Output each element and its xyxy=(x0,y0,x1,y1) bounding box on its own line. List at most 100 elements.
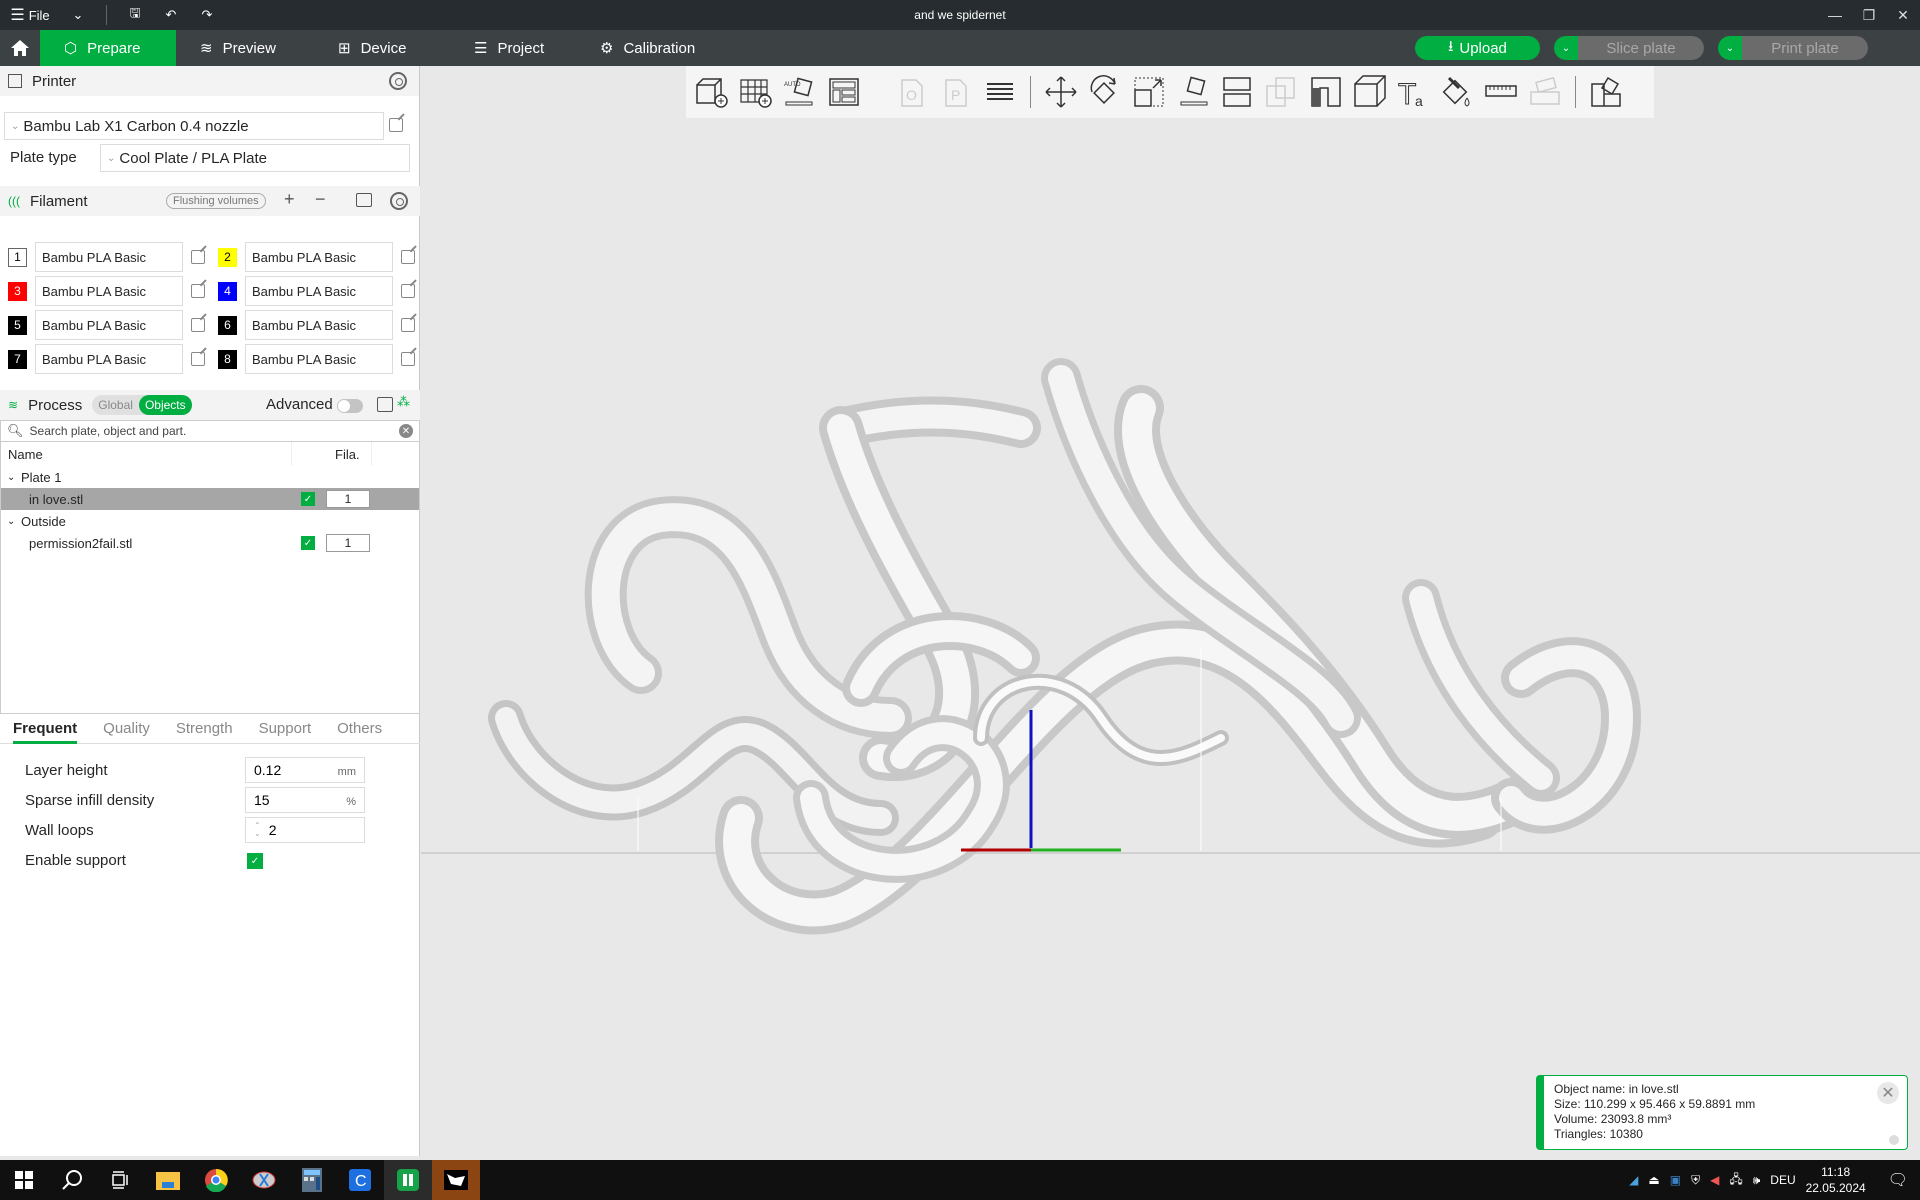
add-filament-icon[interactable]: + xyxy=(284,189,295,210)
clock[interactable]: 11:18 22.05.2024 xyxy=(1806,1164,1866,1196)
tab-support[interactable]: Support xyxy=(246,714,325,744)
filament-select[interactable]: Bambu PLA Basic xyxy=(245,344,393,374)
filament-select[interactable]: Bambu PLA Basic xyxy=(245,310,393,340)
add-plate-button[interactable] xyxy=(736,72,776,112)
taskbar-app-chrome[interactable] xyxy=(192,1160,240,1200)
seam-paint-button[interactable] xyxy=(1349,72,1389,112)
filament-color-swatch[interactable]: 5 xyxy=(8,315,27,335)
edit-filament-icon[interactable] xyxy=(191,284,205,298)
edit-filament-icon[interactable] xyxy=(401,284,415,298)
filament-index-input[interactable]: 1 xyxy=(326,534,370,552)
undo-button[interactable]: ↶ xyxy=(153,0,189,30)
printer-select[interactable]: ⌄ Bambu Lab X1 Carbon 0.4 nozzle xyxy=(4,112,384,140)
3d-viewport[interactable] xyxy=(421,118,1920,1156)
model-canvas[interactable] xyxy=(421,118,1920,1156)
edit-filament-icon[interactable] xyxy=(401,250,415,264)
print-dropdown-icon[interactable]: ⌄ xyxy=(1718,36,1742,60)
move-button[interactable] xyxy=(1041,72,1081,112)
tree-item-selected[interactable]: in love.stl ✓ 1 xyxy=(1,488,419,510)
filament-color-swatch[interactable]: 4 xyxy=(218,281,237,301)
layer-height-input[interactable]: 0.12 mm xyxy=(245,757,365,783)
add-object-button[interactable] xyxy=(692,72,732,112)
network-icon[interactable]: 🖧 xyxy=(1729,1170,1742,1191)
filament-color-swatch[interactable]: 6 xyxy=(218,315,237,335)
minimize-button[interactable]: — xyxy=(1818,0,1852,30)
lay-on-face-button[interactable] xyxy=(1173,72,1213,112)
filament-color-swatch[interactable]: 8 xyxy=(218,349,237,369)
filament-select[interactable]: Bambu PLA Basic xyxy=(245,276,393,306)
enable-support-checkbox[interactable]: ✓ xyxy=(247,853,263,869)
tab-project[interactable]: ☰ Project xyxy=(450,30,576,66)
tab-device[interactable]: ⊞ Device xyxy=(314,30,450,66)
wall-loops-stepper[interactable]: ⌃ ⌄ 2 xyxy=(245,817,365,843)
volume-icon[interactable]: 🕪 xyxy=(1753,1173,1761,1188)
edit-filament-icon[interactable] xyxy=(401,352,415,366)
printable-checkbox[interactable]: ✓ xyxy=(301,536,315,550)
chevron-down-icon[interactable]: ⌄ xyxy=(7,516,15,527)
cut-button[interactable] xyxy=(1217,72,1257,112)
upload-button[interactable]: ⭳ Upload xyxy=(1415,36,1540,60)
object-tree-icon[interactable]: ⁂ xyxy=(397,394,410,410)
tab-frequent[interactable]: Frequent xyxy=(0,714,90,744)
filament-select[interactable]: Bambu PLA Basic xyxy=(35,310,183,340)
edit-filament-icon[interactable] xyxy=(191,250,205,264)
redo-button[interactable]: ↷ xyxy=(189,0,225,30)
tree-group-outside[interactable]: ⌄ Outside xyxy=(1,510,419,532)
restore-button[interactable]: ❐ xyxy=(1852,0,1886,30)
save-button[interactable]: 🖫 xyxy=(117,0,153,30)
notifications-icon[interactable]: 🗨 xyxy=(1888,1170,1908,1190)
print-plate-button[interactable]: ⌄ Print plate xyxy=(1718,36,1868,60)
taskbar-app-sheets[interactable] xyxy=(384,1160,432,1200)
tab-others[interactable]: Others xyxy=(324,714,395,744)
global-option[interactable]: Global xyxy=(92,398,139,412)
task-view-button[interactable] xyxy=(96,1160,144,1200)
copy-object-button[interactable]: O xyxy=(892,72,932,112)
paste-object-button[interactable]: P xyxy=(936,72,976,112)
scale-button[interactable] xyxy=(1129,72,1169,112)
printable-checkbox[interactable]: ✓ xyxy=(301,492,315,506)
layers-list-button[interactable] xyxy=(980,72,1020,112)
taskbar-app-c[interactable]: C xyxy=(336,1160,384,1200)
boolean-button[interactable] xyxy=(1261,72,1301,112)
filament-settings-icon[interactable] xyxy=(390,192,408,210)
start-button[interactable] xyxy=(0,1160,48,1200)
collapse-info-icon[interactable] xyxy=(1889,1135,1899,1145)
infill-density-input[interactable]: 15 % xyxy=(245,787,365,813)
filament-select[interactable]: Bambu PLA Basic xyxy=(35,276,183,306)
taskbar-app-file-explorer[interactable] xyxy=(144,1160,192,1200)
clear-search-icon[interactable]: ✕ xyxy=(399,424,413,438)
file-menu[interactable]: ☰ File xyxy=(0,0,60,30)
assembly-button[interactable] xyxy=(1525,72,1565,112)
chevron-down-icon[interactable]: ⌄ xyxy=(7,472,15,483)
column-header-name[interactable]: Name xyxy=(8,447,43,462)
filament-color-swatch[interactable]: 1 xyxy=(8,247,27,267)
tab-prepare[interactable]: ⬡ Prepare xyxy=(40,30,176,66)
edit-filament-icon[interactable] xyxy=(401,318,415,332)
filament-index-input[interactable]: 1 xyxy=(326,490,370,508)
close-button[interactable]: ✕ xyxy=(1886,0,1920,30)
rotate-button[interactable] xyxy=(1085,72,1125,112)
stepper-arrows-icon[interactable]: ⌃ ⌄ xyxy=(254,822,261,838)
tab-preview[interactable]: ≋ Preview xyxy=(176,30,314,66)
speaker-muted-icon[interactable]: ◀ xyxy=(1710,1173,1719,1187)
home-button[interactable] xyxy=(0,30,40,66)
tab-quality[interactable]: Quality xyxy=(90,714,163,744)
arrange-button[interactable] xyxy=(824,72,864,112)
tab-strength[interactable]: Strength xyxy=(163,714,246,744)
filament-sync-icon[interactable] xyxy=(356,193,372,207)
filament-color-swatch[interactable]: 2 xyxy=(218,247,237,267)
edit-filament-icon[interactable] xyxy=(191,352,205,366)
usb-icon[interactable]: ⏏ xyxy=(1648,1173,1659,1187)
plate-type-select[interactable]: ⌄ Cool Plate / PLA Plate xyxy=(100,144,410,172)
filament-select[interactable]: Bambu PLA Basic xyxy=(35,242,183,272)
taskbar-search[interactable] xyxy=(48,1160,96,1200)
support-paint-button[interactable] xyxy=(1305,72,1345,112)
text-button[interactable]: Ta xyxy=(1393,72,1433,112)
filament-color-swatch[interactable]: 3 xyxy=(8,281,27,301)
taskbar-app-rhino[interactable] xyxy=(432,1160,480,1200)
slice-dropdown-icon[interactable]: ⌄ xyxy=(1554,36,1578,60)
printer-settings-icon[interactable] xyxy=(389,72,407,90)
input-language[interactable]: DEU xyxy=(1770,1173,1795,1187)
taskbar-app-calculator[interactable] xyxy=(288,1160,336,1200)
file-dropdown-button[interactable]: ⌄ xyxy=(60,0,96,30)
